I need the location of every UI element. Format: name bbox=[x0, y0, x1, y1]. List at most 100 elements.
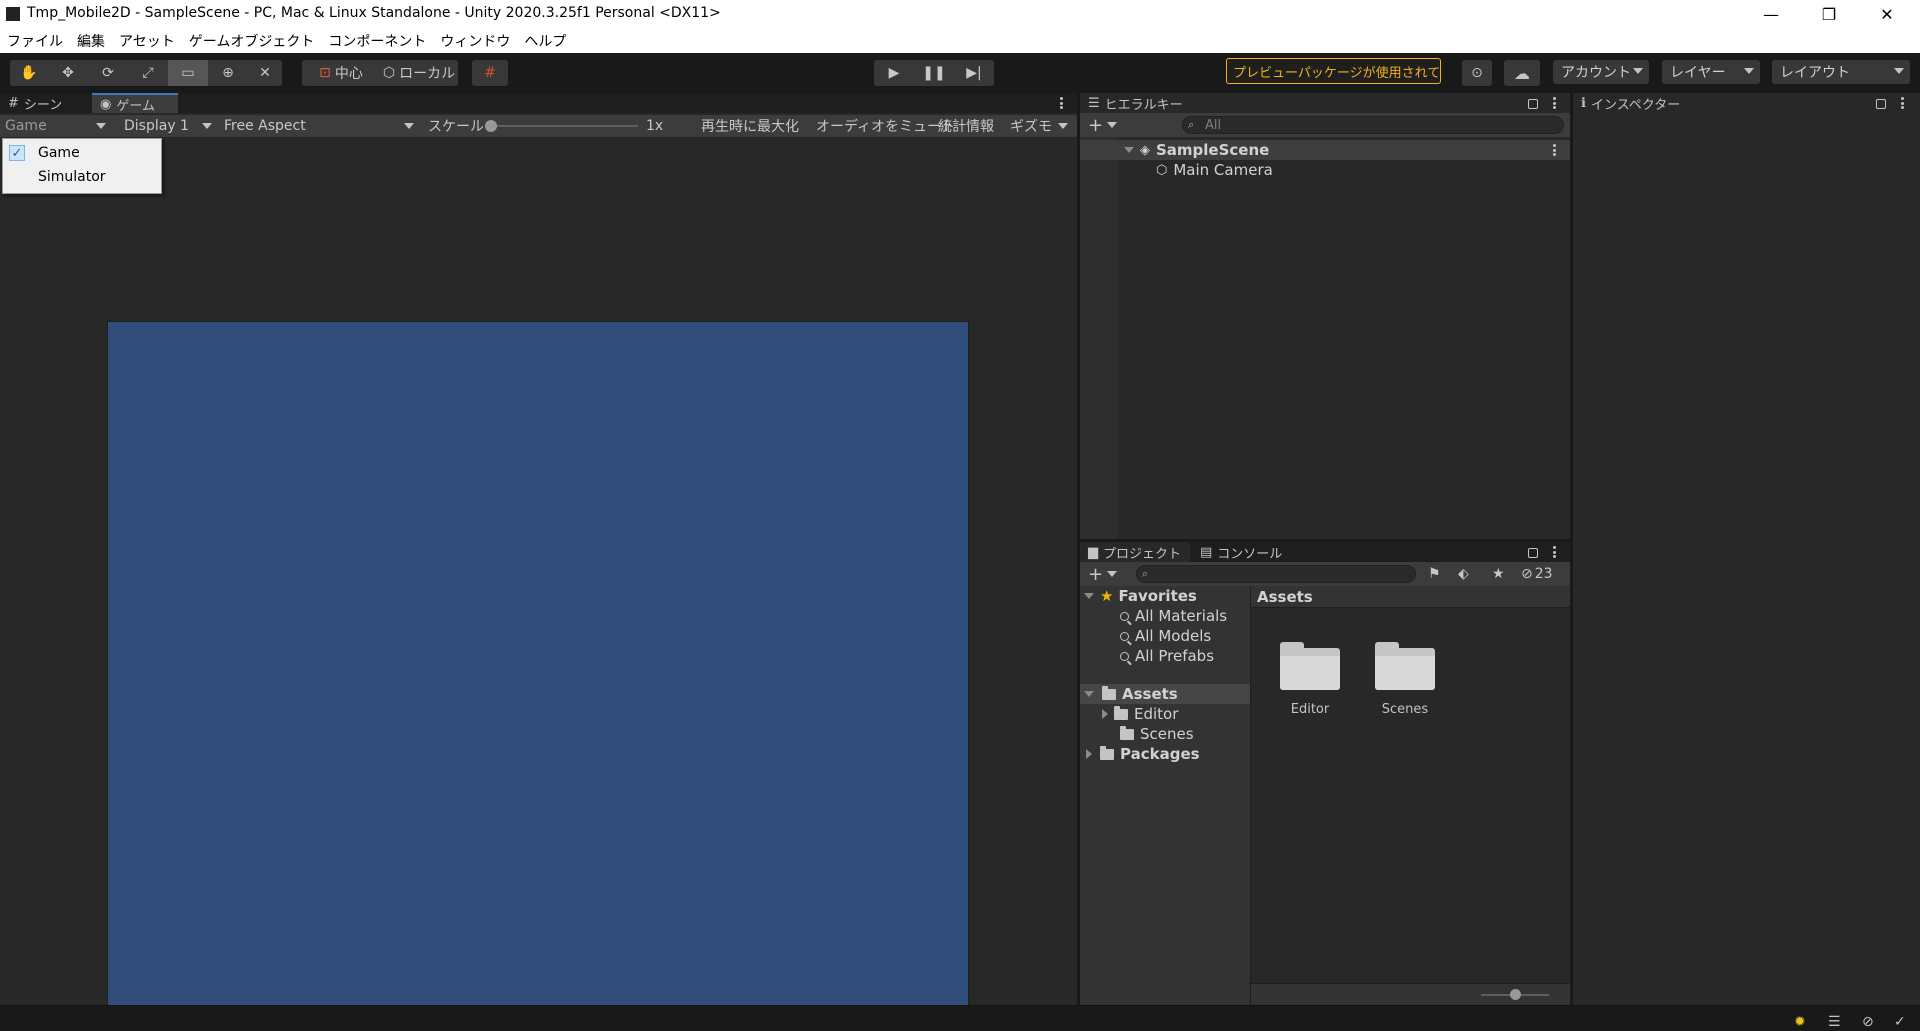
hidden-packages-count: 23 bbox=[1534, 566, 1553, 582]
checkmark-circle-icon[interactable]: ✓ bbox=[1894, 1014, 1910, 1030]
expand-arrow-icon[interactable] bbox=[1124, 147, 1134, 153]
layers-dropdown[interactable]: レイヤー bbox=[1662, 60, 1760, 84]
menu-component[interactable]: コンポーネント bbox=[321, 31, 433, 51]
aspect-dropdown[interactable]: Free Aspect bbox=[218, 115, 418, 137]
hand-tool-icon[interactable]: ✋ bbox=[10, 60, 48, 86]
tab-scene[interactable]: # シーン bbox=[0, 93, 92, 113]
icon-size-slider-handle[interactable] bbox=[1510, 989, 1521, 1000]
tab-game[interactable]: ◉ ゲーム bbox=[92, 93, 178, 114]
stats-toggle[interactable]: 統計情報 bbox=[934, 115, 998, 137]
lock-icon[interactable] bbox=[1528, 99, 1538, 109]
menu-gameobject[interactable]: ゲームオブジェクト bbox=[182, 31, 322, 51]
expand-arrow-icon[interactable] bbox=[1084, 593, 1094, 599]
maximize-button[interactable]: ❐ bbox=[1800, 0, 1858, 28]
hierarchy-search-input[interactable]: All bbox=[1182, 116, 1564, 134]
folder-icon[interactable] bbox=[1280, 642, 1340, 690]
tab-scene-label: シーン bbox=[23, 97, 63, 113]
menu-bar: ファイル 編集 アセット ゲームオブジェクト コンポーネント ウィンドウ ヘルプ bbox=[0, 28, 1920, 53]
debug-off-icon[interactable]: ⊘ bbox=[1862, 1014, 1878, 1030]
preview-package-notice[interactable]: プレビューパッケージが使用されています bbox=[1226, 58, 1441, 84]
custom-tool-icon[interactable]: ✕ bbox=[248, 60, 282, 86]
scale-slider-track[interactable] bbox=[486, 125, 638, 127]
tab-hierarchy[interactable]: ☰ ヒエラルキー bbox=[1080, 93, 1195, 113]
search-by-type-icon[interactable]: ⚑ bbox=[1428, 562, 1441, 586]
account-dropdown[interactable]: アカウント bbox=[1553, 60, 1649, 84]
game-panel-menu-icon[interactable] bbox=[1060, 97, 1063, 109]
game-viewport[interactable] bbox=[107, 321, 969, 1009]
expand-arrow-icon[interactable] bbox=[1084, 691, 1094, 697]
folder-scenes-row[interactable]: Scenes bbox=[1080, 724, 1250, 744]
tab-project[interactable]: ▆ プロジェクト bbox=[1080, 542, 1190, 562]
menu-file[interactable]: ファイル bbox=[0, 31, 70, 51]
assets-row[interactable]: Assets bbox=[1080, 684, 1250, 704]
create-button[interactable]: + bbox=[1088, 113, 1118, 137]
breadcrumb[interactable]: Assets bbox=[1251, 586, 1570, 608]
scene-row[interactable]: ◈ SampleScene bbox=[1080, 140, 1570, 160]
tab-console[interactable]: ▤ コンソール bbox=[1192, 542, 1292, 562]
gizmos-dropdown[interactable] bbox=[1058, 115, 1072, 137]
grid-item-label[interactable]: Editor bbox=[1259, 702, 1361, 717]
account-label: アカウント bbox=[1561, 65, 1631, 81]
pivot-toggle[interactable]: ⊡ 中心 bbox=[302, 60, 380, 86]
tab-inspector[interactable]: ℹ インスペクター bbox=[1573, 93, 1691, 113]
menu-window[interactable]: ウィンドウ bbox=[433, 31, 517, 51]
move-tool-icon[interactable]: ✥ bbox=[48, 60, 88, 86]
view-mode-option-simulator[interactable]: Simulator bbox=[3, 165, 161, 189]
pause-button[interactable]: ❚❚ bbox=[914, 60, 954, 86]
space-toggle[interactable]: ⬡ ローカル bbox=[380, 60, 458, 86]
minimize-button[interactable]: — bbox=[1742, 0, 1800, 28]
bug-icon[interactable]: ✹ bbox=[1794, 1014, 1810, 1030]
chevron-down-icon bbox=[1107, 571, 1118, 577]
inspector-menu-icon[interactable] bbox=[1901, 97, 1904, 109]
close-button[interactable]: ✕ bbox=[1858, 0, 1916, 28]
project-search-input[interactable] bbox=[1136, 565, 1416, 583]
play-button[interactable]: ▶ bbox=[874, 60, 914, 86]
search-icon: ⌕ bbox=[1188, 118, 1195, 131]
unity-app-icon bbox=[6, 7, 20, 21]
project-menu-icon[interactable] bbox=[1553, 546, 1556, 558]
create-asset-button[interactable]: + bbox=[1088, 562, 1118, 586]
grid-item-label[interactable]: Scenes bbox=[1354, 702, 1456, 717]
cloud-icon[interactable]: ☁ bbox=[1504, 60, 1540, 86]
scale-tool-icon[interactable]: ⤢ bbox=[128, 60, 168, 86]
menu-assets[interactable]: アセット bbox=[112, 31, 182, 51]
display-dropdown[interactable]: Display 1 bbox=[118, 115, 216, 137]
rect-tool-icon[interactable]: ▭ bbox=[168, 60, 208, 86]
view-mode-option-game[interactable]: ✓ Game bbox=[3, 141, 161, 165]
layers-stack-icon[interactable]: ☰ bbox=[1828, 1014, 1844, 1030]
hierarchy-item-main-camera[interactable]: ⬡ Main Camera bbox=[1080, 160, 1570, 180]
hidden-packages-toggle[interactable]: ⊘ 23 bbox=[1521, 562, 1553, 586]
layout-dropdown[interactable]: レイアウト bbox=[1772, 60, 1910, 84]
favorite-star-icon[interactable]: ★ bbox=[1492, 562, 1505, 586]
menu-help[interactable]: ヘルプ bbox=[517, 31, 573, 51]
hierarchy-menu-icon[interactable] bbox=[1553, 97, 1556, 109]
folder-editor-row[interactable]: Editor bbox=[1080, 704, 1250, 724]
folder-icon[interactable] bbox=[1375, 642, 1435, 690]
maximize-on-play-toggle[interactable]: 再生時に最大化 bbox=[697, 115, 803, 137]
rotate-tool-icon[interactable]: ⟳ bbox=[88, 60, 128, 86]
transform-tool-icon[interactable]: ⊕ bbox=[208, 60, 248, 86]
status-bar: ✹ ☰ ⊘ ✓ bbox=[0, 1005, 1920, 1031]
history-icon[interactable]: ⊙ bbox=[1462, 60, 1492, 86]
favorites-row[interactable]: ★ Favorites bbox=[1080, 586, 1250, 606]
gizmos-toggle[interactable]: ギズモ bbox=[1006, 115, 1056, 137]
scale-slider-handle[interactable] bbox=[485, 120, 497, 132]
view-mode-dropdown[interactable]: Game bbox=[0, 115, 110, 137]
step-button[interactable]: ▶| bbox=[954, 60, 994, 86]
packages-row[interactable]: Packages bbox=[1080, 744, 1250, 764]
grid-snap-icon[interactable]: # bbox=[472, 60, 508, 86]
favorite-all-models[interactable]: All Models bbox=[1080, 626, 1250, 646]
lock-icon[interactable] bbox=[1876, 99, 1886, 109]
expand-arrow-icon[interactable] bbox=[1086, 749, 1092, 759]
lock-icon[interactable] bbox=[1528, 548, 1538, 558]
menu-edit[interactable]: 編集 bbox=[70, 31, 112, 51]
favorite-all-prefabs[interactable]: All Prefabs bbox=[1080, 646, 1250, 666]
local-icon: ⬡ bbox=[382, 65, 396, 81]
favorite-all-materials[interactable]: All Materials bbox=[1080, 606, 1250, 626]
search-by-label-icon[interactable]: ⬖ bbox=[1458, 562, 1469, 586]
expand-arrow-icon[interactable] bbox=[1102, 709, 1108, 719]
favorite-label: All Prefabs bbox=[1135, 647, 1215, 665]
scene-name: SampleScene bbox=[1156, 141, 1270, 159]
gamepad-icon: ◉ bbox=[100, 96, 112, 112]
scene-menu-icon[interactable] bbox=[1553, 144, 1556, 156]
